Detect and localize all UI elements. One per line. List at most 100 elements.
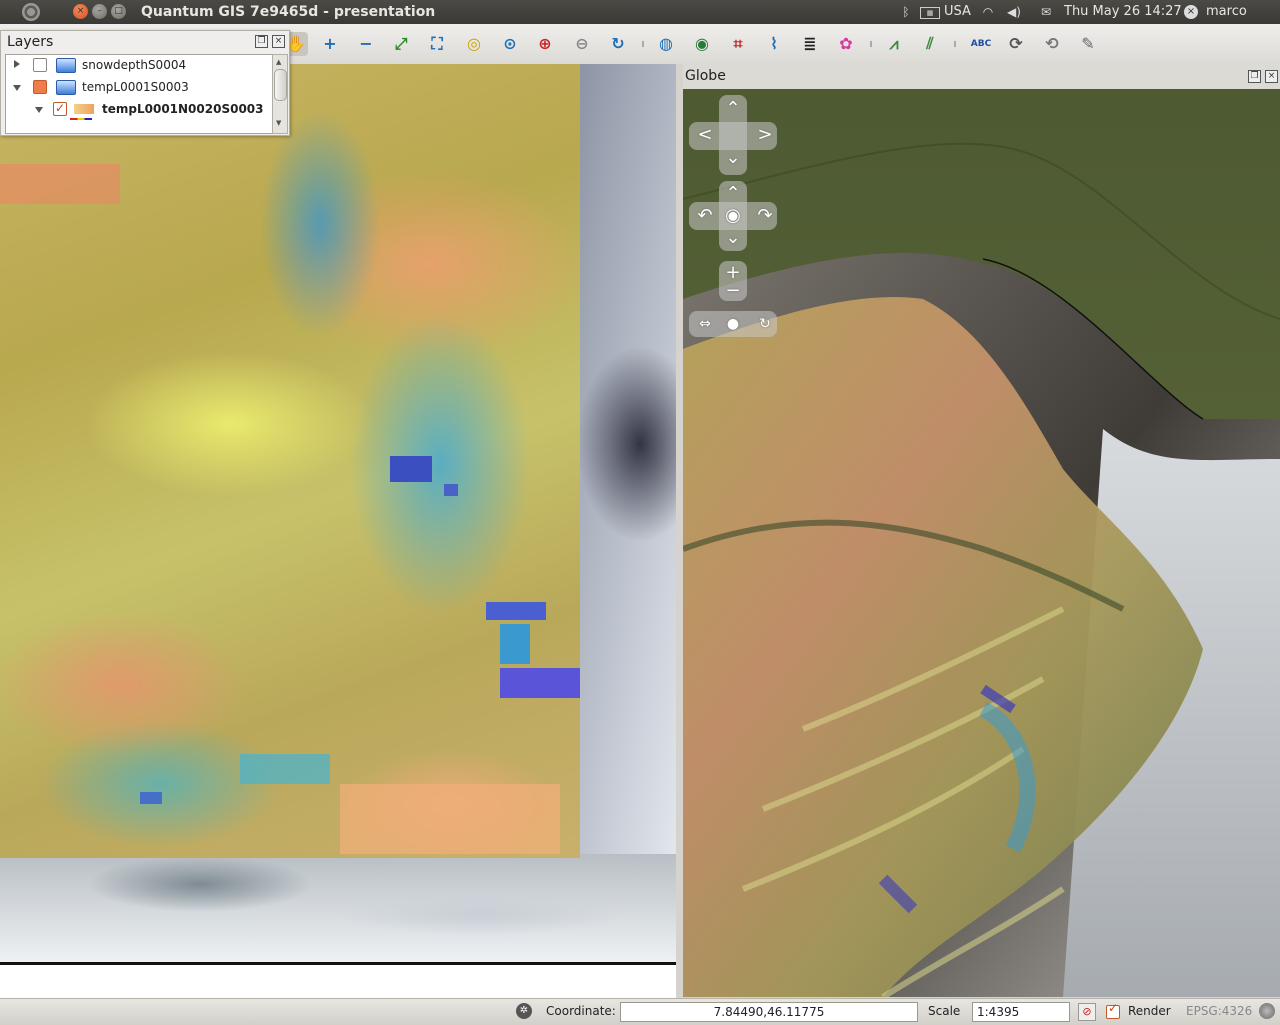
raster-cell-cold [500,668,580,698]
globe-3d-view[interactable]: ⌃ < > ⌄ ⌃ ↶ ◉ ↷ ⌄ + − ⇔ ● ↻ [683,89,1280,997]
float-panel-button[interactable]: ❐ [255,35,268,48]
expand-arrow-icon[interactable] [14,60,20,68]
reset-rotation-icon[interactable]: ◉ [723,207,743,225]
rotate-label-button[interactable]: ⟲ [1040,32,1064,56]
raster-layer-icon [74,104,94,114]
gps-button[interactable]: ⌇ [762,32,786,56]
layer-item-templ-group[interactable]: tempL0001S0003 [6,77,272,97]
close-panel-button[interactable]: × [272,35,285,48]
zoom-out-globe-icon[interactable]: − [723,282,743,300]
temperature-raster-overlay [0,64,580,858]
layer-visibility-checkbox-partial[interactable] [33,80,47,94]
raster-cell-warm [340,784,560,854]
map-canvas[interactable] [0,64,676,962]
raster-cell-cool [500,624,530,664]
layer-item-snowdepth[interactable]: snowdepthS0004 [6,55,272,75]
globe-panel-header: Globe ❐ × [683,64,1280,89]
zoom-in-button[interactable]: + [318,32,342,56]
clock[interactable]: Thu May 26 14:27 [1064,4,1182,19]
tilt-up-icon[interactable]: ⌃ [723,185,743,203]
raster-cell-cold [444,484,458,496]
toggle-extents-icon[interactable]: ✲ [516,1003,532,1019]
scale-field[interactable]: 1:4395 [972,1002,1070,1022]
layers-panel-title: Layers [7,34,54,50]
globe-panel-title: Globe [685,68,726,84]
layers-panel: Layers ❐ × snowdepthS0004 tempL0001S0003… [0,30,290,136]
wifi-icon[interactable]: ◠ [980,5,996,19]
layers-button[interactable]: ≣ [798,32,822,56]
layers-scrollbar[interactable]: ▲ ▼ [272,54,288,134]
pan-right-icon[interactable]: > [755,126,775,144]
zoom-layer-button[interactable]: ⛶ [425,32,449,56]
crs-status-icon[interactable] [1259,1003,1275,1019]
refresh-globe-icon[interactable]: ↻ [755,315,775,333]
rotate-left-icon[interactable]: ↶ [695,207,715,225]
coordinate-field[interactable]: 7.84490,46.11775 [620,1002,918,1022]
volume-icon[interactable]: ◀) [1006,5,1022,19]
keyboard-layout[interactable]: USA [944,4,971,19]
plugin-button[interactable]: ✿ [834,32,858,56]
bluetooth-icon[interactable]: ᛒ [898,5,914,19]
window-close-button[interactable]: × [73,4,88,19]
scroll-up-icon[interactable]: ▲ [276,58,281,66]
zoom-selection-button[interactable]: ◎ [462,32,486,56]
move-label-button[interactable]: ⟳ [1004,32,1028,56]
user-name[interactable]: marco [1206,4,1247,19]
render-label: Render [1128,1004,1171,1018]
pan-left-icon[interactable]: < [695,126,715,144]
georeferencer-button[interactable]: ⌗ [726,32,750,56]
add-wms-button[interactable]: ◍ [654,32,678,56]
zoom-native-button[interactable]: ⊙ [498,32,522,56]
layer-item-templ-band[interactable]: ✓ tempL0001N0020S0003 [6,99,272,120]
raster-cell-cool [240,754,330,784]
pan-up-icon[interactable]: ⌃ [723,100,743,118]
globe-button[interactable]: ◉ [690,32,714,56]
raster-cell-cold [140,792,162,804]
collapse-arrow-icon[interactable] [35,107,43,113]
pan-down-icon[interactable]: ⌄ [723,149,743,167]
scrollbar-thumb[interactable] [274,69,287,101]
change-label-button[interactable]: ✎ [1076,32,1100,56]
histogram-button[interactable]: ⫽ [918,32,942,56]
collapse-arrow-icon[interactable] [13,85,21,91]
panel-splitter[interactable] [676,64,683,998]
terrain-button[interactable]: ⩘ [882,32,906,56]
toolbar-separator [870,41,872,47]
float-globe-button[interactable]: ❐ [1248,70,1261,83]
close-globe-button[interactable]: × [1265,70,1278,83]
home-view-icon[interactable]: ● [723,315,743,333]
refresh-button[interactable]: ↻ [606,32,630,56]
raster-layer-icon [56,58,76,73]
layers-tree[interactable]: snowdepthS0004 tempL0001S0003 ✓ tempL000… [5,54,273,134]
render-checkbox[interactable]: ✓ [1106,1001,1120,1019]
layer-label: tempL0001S0003 [82,80,189,94]
mail-icon[interactable]: ✉ [1038,5,1054,19]
zoom-full-button[interactable]: ⤢ [389,32,413,56]
keyboard-icon[interactable]: ▦ [920,7,940,19]
window-maximize-button[interactable]: □ [111,4,126,19]
snow-terrain-image [0,854,676,962]
coordinate-label: Coordinate: [546,1004,616,1018]
layer-visibility-checkbox-checked[interactable]: ✓ [53,101,67,116]
color-ramp-legend [70,118,92,120]
title-bar: × – □ Quantum GIS 7e9465d - presentation… [0,0,1280,24]
scale-label: Scale [928,1004,961,1018]
label-button[interactable]: ABC [966,32,996,56]
tilt-down-icon[interactable]: ⌄ [723,229,743,247]
stop-render-icon[interactable]: ⊘ [1078,1003,1096,1021]
rotate-right-icon[interactable]: ↷ [755,207,775,225]
raster-layer-icon [56,80,76,95]
window-minimize-button[interactable]: – [92,4,107,19]
sync-extent-icon[interactable]: ⇔ [695,315,715,333]
layer-visibility-checkbox[interactable] [33,58,47,72]
ubuntu-logo-icon[interactable] [22,3,40,21]
raster-cell-cold [486,602,546,620]
scroll-down-icon[interactable]: ▼ [276,119,281,127]
zoom-out-button[interactable]: − [354,32,378,56]
crs-label[interactable]: EPSG:4326 [1186,1004,1252,1018]
zoom-last-button[interactable]: ⊕ [533,32,557,56]
layer-label: snowdepthS0004 [82,58,187,72]
zoom-next-button[interactable]: ⊖ [570,32,594,56]
layer-label: tempL0001N0020S0003 [102,102,264,116]
power-icon[interactable]: × [1184,5,1198,19]
